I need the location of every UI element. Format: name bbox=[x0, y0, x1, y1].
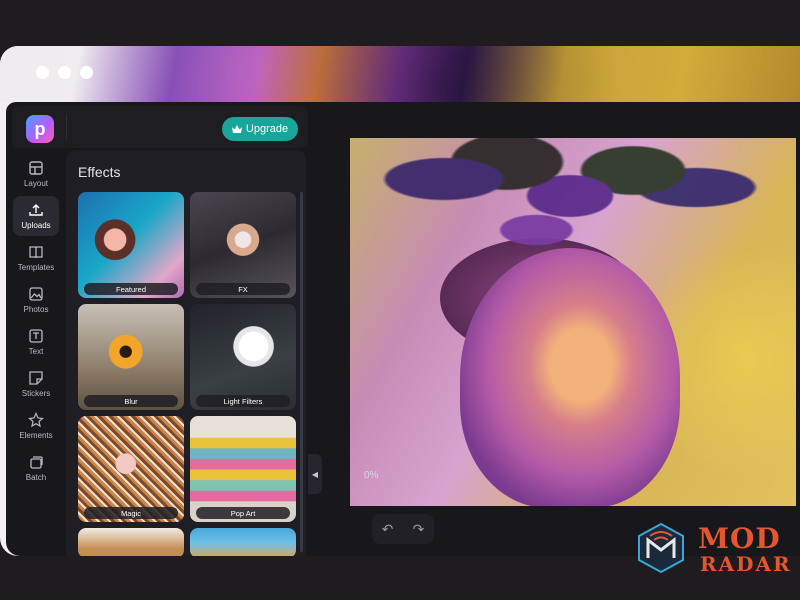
effect-tile-fx[interactable]: FX bbox=[190, 192, 296, 298]
effect-tile-partial-1[interactable] bbox=[78, 528, 184, 556]
brand-word-1: MOD bbox=[698, 522, 781, 555]
text-icon bbox=[29, 329, 43, 343]
window-titlebar bbox=[0, 46, 800, 102]
nav-label-templates: Templates bbox=[17, 263, 55, 272]
nav-item-elements[interactable]: Elements bbox=[13, 406, 59, 446]
chevron-left-icon: ◀ bbox=[311, 469, 319, 479]
sticker-icon bbox=[29, 371, 43, 385]
nav-label-layout: Layout bbox=[23, 179, 49, 188]
batch-icon bbox=[30, 456, 43, 469]
effect-tile-magic[interactable]: Magic bbox=[78, 416, 184, 522]
canvas-photo[interactable] bbox=[350, 138, 796, 506]
tile-label: Blur bbox=[84, 395, 178, 407]
nav-item-text[interactable]: Text bbox=[13, 322, 59, 362]
history-controls: ↶ ↷ bbox=[372, 514, 434, 544]
undo-icon[interactable]: ↶ bbox=[382, 521, 394, 538]
nav-item-templates[interactable]: Templates bbox=[13, 238, 59, 278]
effect-tile-pop-art[interactable]: Pop Art bbox=[190, 416, 296, 522]
upload-icon bbox=[29, 204, 43, 216]
nav-item-stickers[interactable]: Stickers bbox=[13, 364, 59, 404]
effect-tile-featured[interactable]: Featured bbox=[78, 192, 184, 298]
top-bar: p Upgrade bbox=[12, 106, 308, 148]
brand-word-2: RADAR bbox=[700, 552, 792, 576]
tile-label: Pop Art bbox=[196, 507, 290, 519]
tile-label: Featured bbox=[84, 283, 178, 295]
window-dot-1[interactable] bbox=[36, 66, 49, 79]
nav-item-layout[interactable]: Layout bbox=[13, 154, 59, 194]
nav-item-uploads[interactable]: Uploads bbox=[13, 196, 59, 236]
nav-item-batch[interactable]: Batch bbox=[13, 448, 59, 488]
canvas-area: ↶ ↷ bbox=[324, 102, 800, 556]
image-icon bbox=[29, 287, 43, 301]
zoom-level[interactable]: 0% bbox=[364, 470, 378, 481]
photo-leaves bbox=[360, 138, 780, 298]
tile-label: FX bbox=[196, 283, 290, 295]
window-dot-3[interactable] bbox=[80, 66, 93, 79]
layout-icon bbox=[29, 161, 43, 175]
divider bbox=[66, 114, 67, 140]
effects-panel: Effects Featured FX Blur Light Filters M… bbox=[66, 150, 306, 556]
app-logo[interactable]: p bbox=[26, 115, 54, 143]
nav-label-stickers: Stickers bbox=[21, 389, 51, 398]
panel-title: Effects bbox=[78, 164, 121, 180]
effect-tile-light-filters[interactable]: Light Filters bbox=[190, 304, 296, 410]
editor-app: p Upgrade Layout Uploads Templates Photo… bbox=[6, 102, 800, 556]
nav-label-uploads: Uploads bbox=[21, 221, 51, 230]
upgrade-label: Upgrade bbox=[245, 123, 289, 135]
star-icon bbox=[28, 412, 44, 428]
collapse-panel-button[interactable]: ◀ bbox=[308, 454, 322, 494]
book-icon bbox=[29, 246, 43, 259]
effect-tile-partial-2[interactable] bbox=[190, 528, 296, 556]
tile-label: Light Filters bbox=[196, 395, 290, 407]
panel-scrollbar[interactable] bbox=[300, 192, 303, 552]
browser-window: p Upgrade Layout Uploads Templates Photo… bbox=[0, 46, 800, 556]
redo-icon[interactable]: ↷ bbox=[413, 521, 425, 538]
crown-icon bbox=[231, 125, 242, 133]
mod-radar-logo-icon bbox=[638, 522, 684, 574]
effect-tile-blur[interactable]: Blur bbox=[78, 304, 184, 410]
tile-label: Magic bbox=[84, 507, 178, 519]
watermark-logo: MOD RADAR bbox=[634, 518, 794, 578]
window-controls bbox=[36, 66, 93, 79]
side-nav: Layout Uploads Templates Photos Text Sti… bbox=[10, 154, 62, 554]
nav-label-photos: Photos bbox=[23, 305, 49, 314]
nav-label-text: Text bbox=[28, 347, 44, 356]
effects-grid: Featured FX Blur Light Filters Magic Pop… bbox=[78, 192, 296, 556]
upgrade-button[interactable]: Upgrade bbox=[222, 117, 298, 141]
nav-item-photos[interactable]: Photos bbox=[13, 280, 59, 320]
window-dot-2[interactable] bbox=[58, 66, 71, 79]
nav-label-batch: Batch bbox=[25, 473, 47, 482]
nav-label-elements: Elements bbox=[19, 431, 53, 440]
